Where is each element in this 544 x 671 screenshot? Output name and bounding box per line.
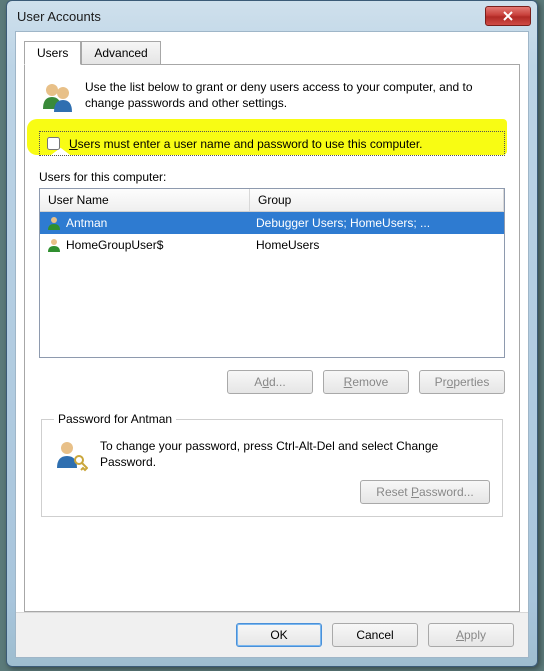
cell-username: HomeGroupUser$: [66, 238, 163, 252]
tabstrip: Users Advanced: [16, 32, 528, 64]
column-header-group[interactable]: Group: [250, 189, 504, 211]
user-list-caption: Users for this computer:: [39, 170, 505, 184]
cell-username: Antman: [66, 216, 107, 230]
tab-users[interactable]: Users: [24, 41, 81, 65]
dialog-buttons: OK Cancel Apply: [16, 612, 528, 657]
remove-button[interactable]: Remove: [323, 370, 409, 394]
intro-text: Use the list below to grant or deny user…: [85, 79, 505, 115]
client-area: Users Advanced Use the list below to gra…: [15, 31, 529, 658]
close-icon: [503, 11, 513, 21]
user-list-headers[interactable]: User Name Group: [40, 189, 504, 212]
user-accounts-window: User Accounts Users Advanced Use the lis…: [6, 0, 538, 667]
user-list-buttons: Add... Remove Properties: [39, 370, 505, 394]
window-title: User Accounts: [17, 9, 485, 24]
tab-panel-users: Use the list below to grant or deny user…: [24, 64, 520, 612]
cell-group: HomeUsers: [250, 238, 504, 252]
titlebar[interactable]: User Accounts: [7, 1, 537, 31]
intro-row: Use the list below to grant or deny user…: [39, 79, 505, 115]
cancel-button[interactable]: Cancel: [332, 623, 418, 647]
tab-advanced[interactable]: Advanced: [81, 41, 160, 65]
table-row[interactable]: Antman Debugger Users; HomeUsers; ...: [40, 212, 504, 234]
user-key-icon: [54, 438, 88, 472]
column-header-username[interactable]: User Name: [40, 189, 250, 211]
password-text: To change your password, press Ctrl-Alt-…: [100, 438, 490, 470]
require-login-checkbox[interactable]: [47, 137, 60, 150]
password-groupbox: Password for Antman To change your passw…: [41, 412, 503, 517]
highlight-annotation: Users must enter a user name and passwor…: [39, 131, 505, 156]
properties-button[interactable]: Properties: [419, 370, 505, 394]
ok-button[interactable]: OK: [236, 623, 322, 647]
user-icon: [46, 215, 62, 231]
users-icon: [39, 79, 75, 115]
password-legend: Password for Antman: [54, 412, 176, 426]
require-login-checkbox-row[interactable]: Users must enter a user name and passwor…: [39, 131, 505, 156]
reset-password-button[interactable]: Reset Password...: [360, 480, 490, 504]
cell-group: Debugger Users; HomeUsers; ...: [250, 216, 504, 230]
user-icon: [46, 237, 62, 253]
apply-button[interactable]: Apply: [428, 623, 514, 647]
table-row[interactable]: HomeGroupUser$ HomeUsers: [40, 234, 504, 256]
close-button[interactable]: [485, 6, 531, 26]
user-list[interactable]: User Name Group Antman Debugger Users; H…: [39, 188, 505, 358]
require-login-label: Users must enter a user name and passwor…: [69, 137, 423, 151]
add-button[interactable]: Add...: [227, 370, 313, 394]
